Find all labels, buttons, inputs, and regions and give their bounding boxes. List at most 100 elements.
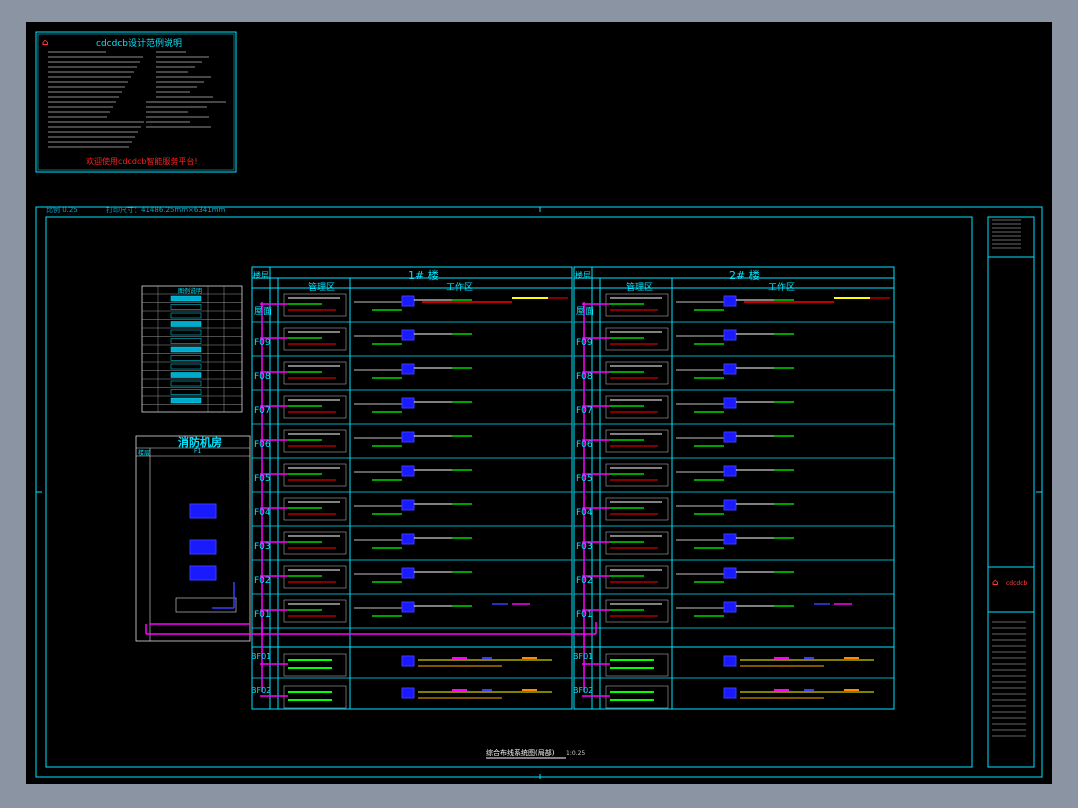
floor-label: F03 bbox=[254, 542, 271, 552]
building-1-col-work: 工作区 bbox=[446, 283, 474, 293]
legend-symbol bbox=[170, 372, 202, 378]
floor-label: F03 bbox=[576, 542, 593, 552]
management-box bbox=[605, 497, 669, 521]
floor-label: F08 bbox=[576, 372, 593, 382]
legend-table-title: 图例说明 bbox=[178, 288, 203, 295]
management-box bbox=[605, 531, 669, 555]
management-box bbox=[605, 565, 669, 589]
management-box bbox=[605, 395, 669, 419]
legend-symbol bbox=[170, 355, 202, 361]
machine-room-device bbox=[189, 565, 217, 581]
legend-symbol bbox=[170, 304, 202, 310]
outlet-box bbox=[401, 295, 415, 307]
outlet-box bbox=[401, 567, 415, 579]
basement-label: BF01 bbox=[251, 652, 272, 661]
outlet-box bbox=[401, 499, 415, 511]
outlet-box bbox=[723, 295, 737, 307]
legend-symbol bbox=[170, 389, 202, 395]
drawing-title: 综合布线系统图(局部) bbox=[486, 749, 555, 757]
management-box bbox=[283, 429, 347, 453]
note-box-logo: ⌂ bbox=[42, 38, 49, 48]
cad-drawing-canvas[interactable]: ⌂ cdcdcb设计范例说明 欢迎使用cdcdcb智能服务平台! 比例 0.25… bbox=[26, 22, 1052, 784]
management-box bbox=[283, 531, 347, 555]
sheet-scale-text: 比例 0.25 bbox=[46, 206, 78, 214]
management-box bbox=[283, 497, 347, 521]
outlet-box bbox=[401, 431, 415, 443]
outlet-box bbox=[723, 363, 737, 375]
management-box bbox=[283, 565, 347, 589]
floor-label: F04 bbox=[576, 508, 593, 518]
management-box bbox=[283, 293, 347, 317]
floor-label: F09 bbox=[576, 338, 593, 348]
basement-outlet bbox=[401, 687, 415, 699]
legend-symbol bbox=[170, 329, 202, 336]
floor-label: F02 bbox=[254, 576, 271, 586]
floor-label: 屋面 bbox=[576, 307, 595, 317]
basement-outlet bbox=[723, 655, 737, 667]
floor-label: F06 bbox=[576, 440, 593, 450]
building-2-col-floor: 楼层 bbox=[575, 271, 591, 280]
management-box bbox=[605, 463, 669, 487]
outlet-box bbox=[401, 363, 415, 375]
floor-label: F08 bbox=[254, 372, 271, 382]
machine-room-device bbox=[189, 503, 217, 519]
legend-symbol bbox=[170, 346, 202, 353]
building-2-col-manage: 管理区 bbox=[626, 283, 654, 293]
management-box bbox=[605, 429, 669, 453]
title-block-company: cdcdcb bbox=[1006, 580, 1028, 587]
floor-label: F09 bbox=[254, 338, 271, 348]
management-box bbox=[283, 361, 347, 385]
basement-management-box bbox=[605, 685, 669, 709]
management-box bbox=[605, 361, 669, 385]
floor-label: F05 bbox=[576, 474, 593, 484]
basement-outlet bbox=[723, 687, 737, 699]
title-block-logo: ⌂ bbox=[992, 578, 999, 588]
basement-label: BF02 bbox=[251, 686, 272, 695]
outlet-box bbox=[401, 601, 415, 613]
outlet-box bbox=[723, 567, 737, 579]
note-box-title: cdcdcb设计范例说明 bbox=[96, 39, 182, 49]
machine-room-rack bbox=[175, 597, 237, 613]
machine-room-frame bbox=[135, 435, 251, 642]
floor-label: F07 bbox=[576, 406, 593, 416]
floor-label: F06 bbox=[254, 440, 271, 450]
note-box-footer: 欢迎使用cdcdcb智能服务平台! bbox=[86, 157, 198, 166]
machine-room-device bbox=[189, 539, 217, 555]
outlet-box bbox=[723, 499, 737, 511]
management-box bbox=[605, 327, 669, 351]
legend-symbol bbox=[170, 321, 202, 327]
outlet-box bbox=[723, 601, 737, 613]
basement-label: BF01 bbox=[573, 652, 594, 661]
management-box bbox=[605, 599, 669, 623]
floor-label: F07 bbox=[254, 406, 271, 416]
legend-symbol bbox=[170, 397, 202, 404]
building-1-col-manage: 管理区 bbox=[308, 283, 336, 293]
floor-label: F01 bbox=[576, 610, 593, 620]
legend-symbol bbox=[170, 338, 202, 344]
building-2-name: 2# 楼 bbox=[729, 269, 760, 282]
outlet-box bbox=[401, 465, 415, 477]
basement-management-box bbox=[283, 653, 347, 677]
machine-room-col-f1: F1 bbox=[194, 448, 202, 455]
legend-symbol bbox=[170, 380, 202, 387]
machine-room-col-floor: 楼层 bbox=[138, 450, 151, 457]
management-box bbox=[283, 327, 347, 351]
legend-symbol bbox=[170, 363, 202, 370]
drawing-linework bbox=[35, 31, 1043, 779]
building-2-col-work: 工作区 bbox=[768, 283, 796, 293]
legend-symbol bbox=[170, 295, 202, 302]
outlet-box bbox=[723, 431, 737, 443]
floor-label: F05 bbox=[254, 474, 271, 484]
building-1-name: 1# 楼 bbox=[408, 269, 439, 282]
title-block-frame bbox=[987, 216, 1035, 768]
floor-label: F02 bbox=[576, 576, 593, 586]
sheet-print-size: 打印尺寸：41486.25mm×6341mm bbox=[106, 206, 226, 214]
floor-label: 屋面 bbox=[254, 307, 273, 317]
outlet-box bbox=[401, 397, 415, 409]
basement-outlet bbox=[401, 655, 415, 667]
outlet-box bbox=[723, 533, 737, 545]
basement-management-box bbox=[283, 685, 347, 709]
management-box bbox=[605, 293, 669, 317]
basement-label: BF02 bbox=[573, 686, 594, 695]
outlet-box bbox=[723, 465, 737, 477]
